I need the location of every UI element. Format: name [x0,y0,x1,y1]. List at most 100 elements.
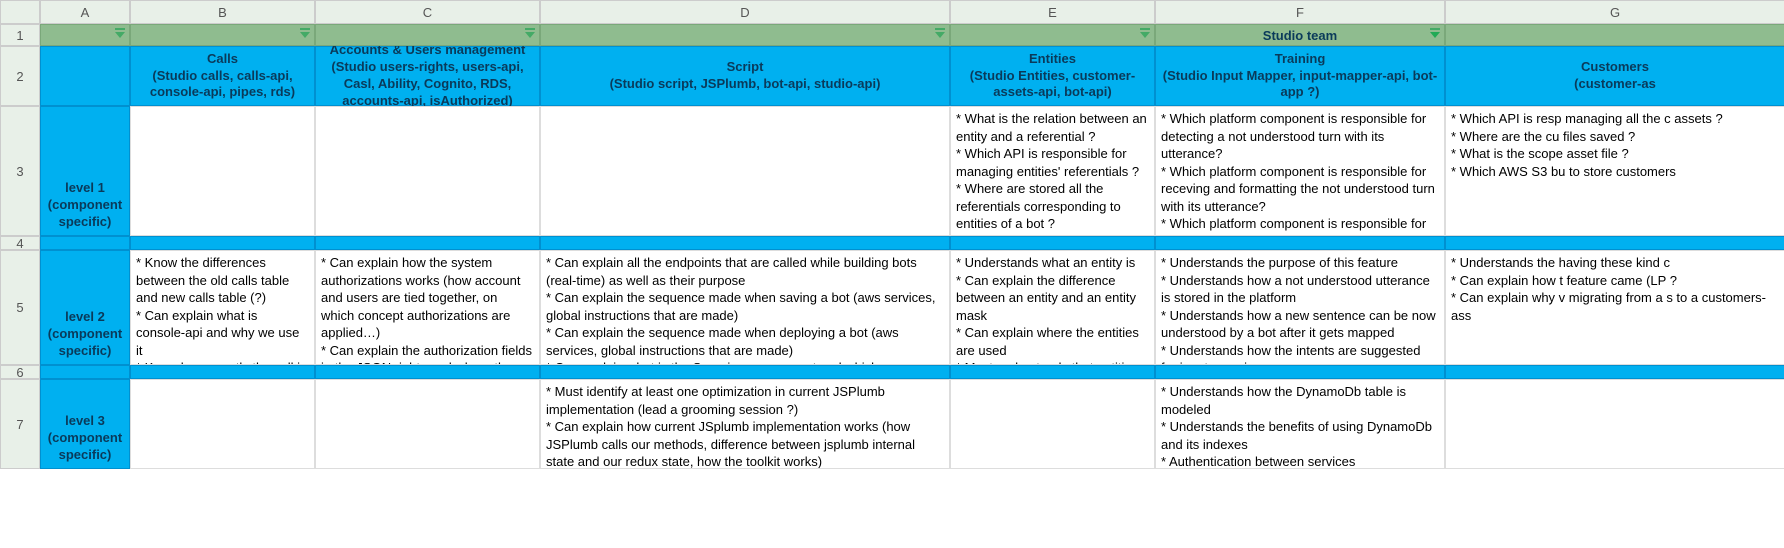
sep-B6[interactable] [130,365,315,379]
header-cell-C[interactable]: Accounts & Users management(Studio users… [315,46,540,106]
row-header-4[interactable]: 4 [0,236,40,250]
row-label: 4 [16,236,23,251]
sep-B4[interactable] [130,236,315,250]
header-cell-E[interactable]: Entities(Studio Entities, customer-asset… [950,46,1155,106]
cell-text: * Understands the purpose of this featur… [1161,255,1436,365]
cell-D7[interactable]: * Must identify at least one optimizatio… [540,379,950,469]
corner-cell[interactable] [0,0,40,24]
cell-text: * Which platform component is responsibl… [1161,111,1435,236]
header-sub: (Studio Entities, customer-assets-api, b… [957,68,1148,102]
cell-text: * Which API is resp managing all the c a… [1451,111,1723,179]
cell-text: * Understands how the DynamoDb table is … [1161,384,1432,469]
row-header-3[interactable]: 3 [0,106,40,236]
header-sub: (Studio calls, calls-api, console-api, p… [137,68,308,102]
col-label: F [1296,5,1304,20]
filter-cell-D[interactable] [540,24,950,46]
filter-cell-G[interactable] [1445,24,1784,46]
col-header-A[interactable]: A [40,0,130,24]
sep-C6[interactable] [315,365,540,379]
cell-text: * Know the differences between the old c… [136,255,307,365]
header-title: Calls [207,51,238,68]
cell-text: * Understands what an entity is * Can ex… [956,255,1139,365]
col-header-B[interactable]: B [130,0,315,24]
header-sub: (customer-as [1574,76,1656,93]
header-sub: (Studio Input Mapper, input-mapper-api, … [1162,68,1438,102]
sep-D4[interactable] [540,236,950,250]
cell-C5[interactable]: * Can explain how the system authorizati… [315,250,540,365]
sep-A6[interactable] [40,365,130,379]
row-header-1[interactable]: 1 [0,24,40,46]
filter-cell-E[interactable] [950,24,1155,46]
cell-B5[interactable]: * Know the differences between the old c… [130,250,315,365]
filter-icon [115,32,125,38]
col-header-F[interactable]: F [1155,0,1445,24]
filter-cell-A[interactable] [40,24,130,46]
filter-icon [1140,32,1150,38]
filter-icon [525,32,535,38]
header-title: Training [1275,51,1326,68]
header-cell-F[interactable]: Training(Studio Input Mapper, input-mapp… [1155,46,1445,106]
filter-icon [1430,32,1440,38]
col-label: E [1048,5,1057,20]
cell-B3[interactable] [130,106,315,236]
row-header-7[interactable]: 7 [0,379,40,469]
col-header-E[interactable]: E [950,0,1155,24]
header-cell-B[interactable]: Calls(Studio calls, calls-api, console-a… [130,46,315,106]
filter-cell-C[interactable] [315,24,540,46]
level-label-text: level 1 (component specific) [45,180,125,231]
filter-icon [935,32,945,38]
cell-text: * Can explain how the system authorizati… [321,255,532,365]
row-label: 3 [16,164,23,179]
cell-B7[interactable] [130,379,315,469]
cell-E5[interactable]: * Understands what an entity is * Can ex… [950,250,1155,365]
cell-F5[interactable]: * Understands the purpose of this featur… [1155,250,1445,365]
sep-F4[interactable] [1155,236,1445,250]
col-header-C[interactable]: C [315,0,540,24]
team-label-cell[interactable]: Studio team [1155,24,1445,46]
cell-text: * What is the relation between an entity… [956,111,1147,236]
row-label: 5 [16,300,23,315]
sep-G4[interactable] [1445,236,1784,250]
sep-E6[interactable] [950,365,1155,379]
level3-label[interactable]: level 3 (component specific) [40,379,130,469]
sep-F6[interactable] [1155,365,1445,379]
header-cell-G[interactable]: Customers(customer-as [1445,46,1784,106]
cell-G7[interactable] [1445,379,1784,469]
col-label: G [1610,5,1620,20]
level1-label[interactable]: level 1 (component specific) [40,106,130,236]
cell-G5[interactable]: * Understands the having these kind c * … [1445,250,1784,365]
cell-F7[interactable]: * Understands how the DynamoDb table is … [1155,379,1445,469]
header-title: Entities [1029,51,1076,68]
filter-cell-B[interactable] [130,24,315,46]
col-label: C [423,5,432,20]
header-sub: (Studio users-rights, users-api, Casl, A… [322,59,533,110]
sep-E4[interactable] [950,236,1155,250]
sep-G6[interactable] [1445,365,1784,379]
header-title: Customers [1581,59,1649,76]
cell-G3[interactable]: * Which API is resp managing all the c a… [1445,106,1784,236]
cell-C7[interactable] [315,379,540,469]
col-label: D [740,5,749,20]
col-header-D[interactable]: D [540,0,950,24]
cell-E3[interactable]: * What is the relation between an entity… [950,106,1155,236]
cell-F3[interactable]: * Which platform component is responsibl… [1155,106,1445,236]
cell-D3[interactable] [540,106,950,236]
cell-C3[interactable] [315,106,540,236]
filter-icon [300,32,310,38]
header-cell-D[interactable]: Script(Studio script, JSPlumb, bot-api, … [540,46,950,106]
level2-label[interactable]: level 2 (component specific) [40,250,130,365]
row-header-5[interactable]: 5 [0,250,40,365]
cell-text: * Must identify at least one optimizatio… [546,384,915,469]
col-header-G[interactable]: G [1445,0,1784,24]
sep-D6[interactable] [540,365,950,379]
sep-A4[interactable] [40,236,130,250]
cell-D5[interactable]: * Can explain all the endpoints that are… [540,250,950,365]
row-header-6[interactable]: 6 [0,365,40,379]
team-label-text: Studio team [1263,28,1337,43]
cell-text: * Can explain all the endpoints that are… [546,255,936,365]
level-label-text: level 3 (component specific) [45,413,125,464]
row-header-2[interactable]: 2 [0,46,40,106]
sep-C4[interactable] [315,236,540,250]
header-cell-A[interactable] [40,46,130,106]
cell-E7[interactable] [950,379,1155,469]
